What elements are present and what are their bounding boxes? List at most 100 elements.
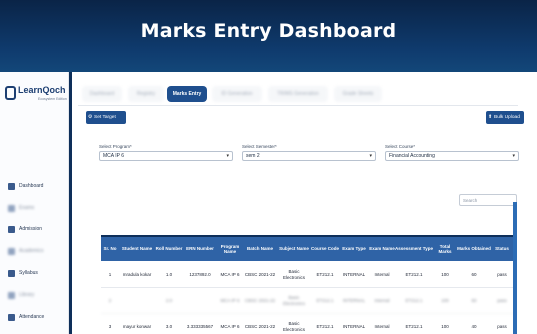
program-value: MCA IP 6 [103,153,125,159]
table-cell: INTERNAL [342,298,366,304]
tab-id-generation[interactable]: ID Generation [212,86,262,102]
sidebar-item-academics[interactable]: Academics [8,246,66,258]
table-cell: 1.0 [165,272,173,278]
table-cell: CBSC 2021-22 [244,272,276,278]
sidebar-item-label: Dashboard [19,183,44,189]
semester-value: sem 2 [246,153,260,159]
table-cell: 3.333335567 [186,324,214,330]
table-cell [183,288,217,314]
tab-underline [78,105,518,106]
sidebar-item-admission[interactable]: Admission [8,224,66,236]
sidebar-item-syllabus[interactable]: Syllabus [8,268,66,280]
table-cell: ET212.1 [316,298,334,304]
column-header[interactable]: ERN Number [183,237,217,261]
table-row[interactable]: 3 mayur konwar 3.0 3.333335567 MCA IP 6 … [101,314,516,334]
table-cell: 60 [471,298,477,304]
table-cell: CBSC 2021-22 [244,324,276,330]
app-screen: LearnQoch Ecosystem Edition Dashboard Ex… [0,72,537,334]
table-row[interactable]: 1 mradula kokar 1.0 1237892.0 MCA IP 6 C… [101,262,516,288]
sidebar: LearnQoch Ecosystem Edition Dashboard Ex… [0,72,69,334]
column-header[interactable]: Course Code [311,237,339,261]
upload-icon: ⬆ [487,115,493,120]
table-cell: Basic Electronics [282,269,305,280]
sidebar-item-library[interactable]: Library [8,290,66,302]
column-header[interactable]: Batch Name [243,237,277,261]
table-cell: Basic Electronics [282,295,305,306]
logo: LearnQoch Ecosystem Edition [5,84,67,104]
table-cell: 60 [471,272,477,278]
logo-mark-icon [5,86,16,100]
file-icon [8,205,15,212]
table-cell: INTERNAL [342,272,366,278]
semester-label: Select Semester* [242,144,277,149]
table-cell: Internal [374,272,390,278]
table-cell: CBSC 2021-22 [244,298,276,304]
column-header[interactable]: Program Name [217,237,243,261]
table-cell: 2 [108,298,112,304]
table-cell: ET212.1 [316,272,334,278]
table-cell: MCA IP 6 [220,324,240,330]
table-cell [119,288,155,314]
column-header[interactable]: Exam Type [339,237,369,261]
table-cell: Basic Electronics [282,321,305,332]
column-header[interactable]: Total Marks [433,237,457,261]
table-cell: 2.0 [165,298,173,304]
table-cell: 1 [108,272,112,278]
sidebar-item-label: Admission [19,226,43,232]
column-header[interactable]: Roll Number [155,237,183,261]
tab-trms-generation[interactable]: TR/MS Generation [268,86,328,102]
tab-registry[interactable]: Registry [128,86,164,102]
search-input[interactable]: Search [459,194,517,206]
table-cell: mayur konwar [122,324,152,330]
tab-grade-sheets[interactable]: Grade Sheets [334,86,382,102]
tab-dashboard[interactable]: Dashboard [82,86,122,102]
table-cell: ET212.1 [405,272,423,278]
table-cell: 40 [471,324,477,330]
column-header[interactable]: Student Name [119,237,155,261]
column-header[interactable]: Marks Obtained [457,237,491,261]
sidebar-item-exams[interactable]: Exams [8,203,66,215]
sidebar-item-label: Exams [19,205,35,211]
column-header[interactable]: Exam Name [369,237,395,261]
table-cell: pass [497,298,507,304]
banner-title: Marks Entry Dashboard [140,20,397,42]
course-select[interactable]: Financial Accounting ▾ [385,151,519,161]
calendar-icon [8,314,15,321]
set-target-button[interactable]: ⚙ Set Target [86,111,126,124]
table-scrollbar[interactable] [513,202,517,334]
table-cell: MCA IP 6 [220,298,240,304]
table-cell: ET212.1 [316,324,334,330]
table-cell: ET212.1 [405,324,423,330]
table-cell: ET212.1 [405,298,423,304]
table-cell: mradula kokar [122,272,152,278]
column-header[interactable]: Subject Name [277,237,311,261]
sidebar-item-dashboard[interactable]: Dashboard [8,181,66,193]
chevron-down-icon: ▾ [512,153,515,159]
program-label: Select Program* [99,144,132,149]
gear-icon: ⚙ [87,115,93,120]
program-select[interactable]: MCA IP 6 ▾ [99,151,233,161]
sidebar-item-label: Library [19,292,35,298]
bulk-upload-label: Bulk Upload [494,115,520,120]
bulk-upload-button[interactable]: ⬆ Bulk Upload [486,111,524,124]
library-icon [8,292,15,299]
tab-bar: Dashboard Registry Marks Entry ID Genera… [78,86,518,102]
semester-select[interactable]: sem 2 ▾ [242,151,376,161]
logo-name: LearnQoch [18,85,66,95]
column-header[interactable]: Sr. No [101,237,119,261]
course-label: Select Course* [385,144,416,149]
course-value: Financial Accounting [389,153,435,159]
sidebar-item-attendance[interactable]: Attendance [8,312,66,324]
column-header[interactable]: Assessment Type [395,237,433,261]
user-icon [8,226,15,233]
table-cell: 100 [441,324,449,330]
table-row[interactable]: 2 2.0 MCA IP 6 CBSC 2021-22 Basic Electr… [101,288,516,314]
table-cell: Internal [374,324,390,330]
table-cell: 1237892.0 [189,272,211,278]
table-cell: 100 [441,298,449,304]
book-icon [8,248,15,255]
tab-marks-entry[interactable]: Marks Entry [167,86,207,102]
column-header[interactable]: Status [491,237,513,261]
set-target-label: Set Target [94,115,116,120]
sidebar-item-label: Syllabus [19,270,38,276]
